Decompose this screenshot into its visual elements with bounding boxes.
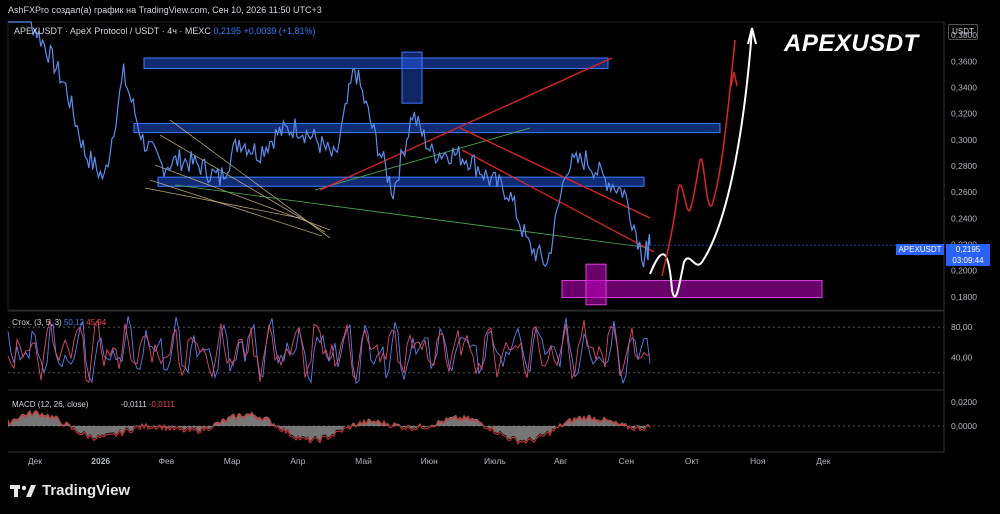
time-tick-label: Фев — [159, 456, 175, 466]
tradingview-brand[interactable]: TradingView — [10, 482, 130, 499]
time-tick-label: Дек — [816, 456, 830, 466]
publisher-line: AshFXPro создал(а) график на TradingView… — [8, 5, 322, 15]
price-tick-label: 0,3200 — [951, 109, 977, 119]
stochastic-label: Стох. (3, 5, 3) — [12, 318, 62, 327]
macd-legend[interactable]: MACD (12, 26, close) -0,0111 -0,0111 — [12, 400, 175, 409]
channel-line-tan — [154, 164, 331, 231]
trendline-green-1 — [174, 184, 651, 249]
price-tick-label: 0,1800 — [951, 292, 977, 302]
time-tick-label: Ноя — [750, 456, 766, 466]
highlight-box-june — [401, 51, 423, 104]
time-tick-label: 2026 — [91, 456, 110, 466]
time-tick-label: Окт — [685, 456, 699, 466]
currency-button[interactable]: USDT — [948, 24, 978, 40]
price-tick-label: 0,2000 — [951, 266, 977, 276]
stoch-tick-label: 80,00 — [951, 322, 973, 332]
trendline-red-down-2 — [459, 127, 651, 219]
time-tick-label: Апр — [290, 456, 305, 466]
price-tick-label: 0,3000 — [951, 135, 977, 145]
stochastic-k-value: 50,12 — [63, 318, 84, 327]
macd-signal-value: -0,0111 — [148, 400, 175, 409]
brand-name: TradingView — [42, 482, 131, 499]
chart-canvas[interactable]: 0,38000,36000,34000,32000,30000,28000,26… — [0, 0, 1000, 514]
price-tick-label: 0,2600 — [951, 187, 977, 197]
time-tick-label: Сен — [619, 456, 635, 466]
symbol-change: +0,0039 (+1,81%) — [243, 26, 316, 36]
zone-2 — [133, 122, 721, 134]
macd-histogram — [8, 409, 650, 443]
stochastic-d-value: 45,94 — [86, 318, 107, 327]
symbol-last-price: 0,2195 — [213, 26, 241, 36]
macd-tick-label: 0,0200 — [951, 397, 977, 407]
channel-line-tan — [149, 179, 323, 237]
trendline-red-down-1 — [461, 149, 655, 253]
zone-3 — [157, 176, 645, 187]
time-tick-label: Дек — [28, 456, 42, 466]
time-tick-label: Июль — [484, 456, 506, 466]
projection-red — [661, 39, 736, 277]
macd-label: MACD (12, 26, close) — [12, 400, 89, 409]
symbol-title[interactable]: APEXUSDT · ApeX Protocol / USDT · 4ч · M… — [14, 26, 211, 36]
price-tick-label: 0,3600 — [951, 56, 977, 66]
time-tick-label: Мар — [224, 456, 241, 466]
time-tick-label: Авг — [554, 456, 567, 466]
symbol-info: APEXUSDT · ApeX Protocol / USDT · 4ч · M… — [14, 26, 316, 36]
channel-line-tan — [144, 187, 301, 219]
big-symbol-label: APEXUSDT — [784, 30, 919, 57]
macd-tick-label: 0,0000 — [951, 421, 977, 431]
time-tick-label: Май — [355, 456, 372, 466]
time-tick-label: Июн — [421, 456, 438, 466]
projection-white — [649, 29, 753, 298]
stoch-tick-label: 40,00 — [951, 353, 973, 363]
macd-value: -0,0111 — [120, 400, 147, 409]
price-tick-label: 0,2400 — [951, 213, 977, 223]
last-price-badge: 0,2195 03:09:44 — [946, 244, 990, 266]
price-tick-label: 0,2800 — [951, 161, 977, 171]
zone-1 — [143, 57, 609, 69]
last-price-badge-value: 0,2195 — [955, 245, 981, 254]
highlight-box-aug — [585, 263, 607, 306]
stochastic-legend[interactable]: Стох. (3, 5, 3) 50,12 45,94 — [12, 318, 106, 327]
price-tick-label: 0,3400 — [951, 82, 977, 92]
last-price-badge-timer: 03:09:44 — [952, 256, 984, 265]
symbol-badge: APEXUSDT — [896, 244, 944, 255]
tradingview-logo-icon — [10, 484, 36, 497]
